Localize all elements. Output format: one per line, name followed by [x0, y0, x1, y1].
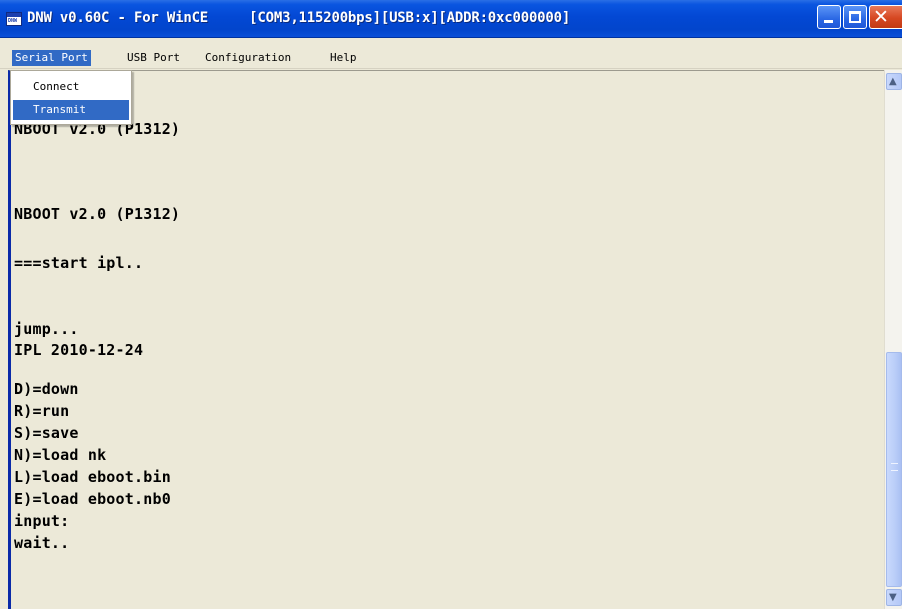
terminal-line: D)=down	[14, 380, 79, 398]
terminal-line: NBOOT v2.0 (P1312)	[14, 205, 181, 223]
serial-port-dropdown: Connect Transmit	[10, 70, 132, 125]
menu-item-transmit[interactable]: Transmit	[13, 100, 129, 120]
title-bar[interactable]: DNW DNW v0.60C - For WinCE [COM3,115200b…	[0, 0, 902, 38]
terminal-output[interactable]: NBOOT v2.0 (P1312) NBOOT v2.0 (P1312) ==…	[8, 70, 884, 609]
dnw-app-icon[interactable]: DNW	[6, 12, 22, 26]
dnw-window: DNW DNW v0.60C - For WinCE [COM3,115200b…	[0, 0, 902, 609]
menu-bar: Serial Port USB Port Configuration Help	[0, 38, 902, 69]
menu-configuration[interactable]: Configuration	[202, 50, 294, 66]
scroll-up-button[interactable]: ▲	[886, 73, 902, 90]
terminal-line: S)=save	[14, 424, 79, 442]
terminal-line: L)=load eboot.bin	[14, 468, 171, 486]
terminal-line: IPL 2010-12-24	[14, 341, 144, 359]
terminal-line: N)=load nk	[14, 446, 107, 464]
terminal-line: ===start ipl..	[14, 254, 144, 272]
minimize-button[interactable]	[817, 5, 841, 29]
scroll-down-button[interactable]: ▼	[886, 589, 902, 606]
terminal-line: E)=load eboot.nb0	[14, 490, 171, 508]
terminal-line: wait..	[14, 534, 70, 552]
terminal-line: jump...	[14, 320, 79, 338]
menu-item-connect[interactable]: Connect	[13, 77, 129, 97]
window-title: DNW v0.60C - For WinCE [COM3,115200bps][…	[27, 10, 571, 26]
scroll-up-arrow-icon: ▲	[889, 76, 897, 87]
app-icon-band	[7, 13, 21, 17]
terminal-line: input:	[14, 512, 70, 530]
menu-help[interactable]: Help	[327, 50, 360, 66]
scroll-down-arrow-icon: ▼	[889, 592, 897, 603]
terminal-line: R)=run	[14, 402, 70, 420]
close-button[interactable]: ✕	[869, 5, 902, 29]
menu-usb-port[interactable]: USB Port	[124, 50, 183, 66]
close-icon: ✕	[873, 6, 889, 28]
app-icon-mark: DNW	[8, 18, 18, 24]
scroll-grip-icon	[891, 463, 898, 471]
maximize-button[interactable]	[843, 5, 867, 29]
vertical-scrollbar[interactable]: ▲ ▼	[884, 70, 902, 609]
maximize-icon	[849, 11, 861, 23]
scroll-thumb[interactable]	[886, 352, 902, 587]
menu-serial-port[interactable]: Serial Port	[12, 50, 91, 66]
minimize-icon	[824, 20, 833, 23]
